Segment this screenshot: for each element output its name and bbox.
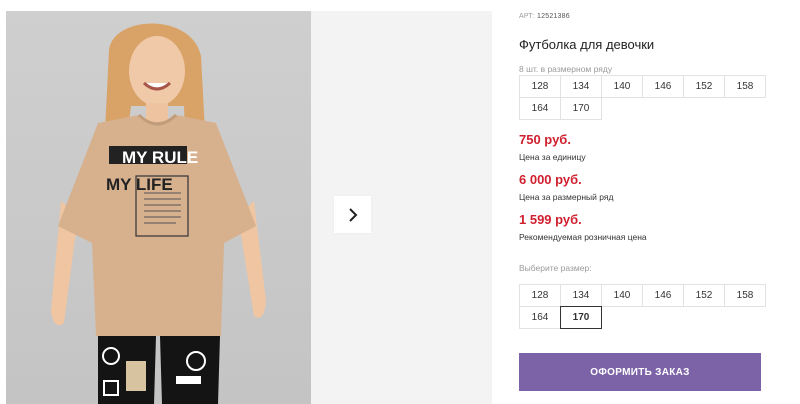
gallery-next-button[interactable] — [334, 196, 371, 233]
price-unit-note: Цена за единицу — [519, 152, 586, 162]
chevron-right-icon — [348, 207, 357, 222]
article-number: АРТ: 12521386 — [519, 13, 570, 20]
article-prefix: АРТ: — [519, 13, 536, 20]
article-value: 12521386 — [537, 13, 570, 20]
pack-size-cell: 170 — [560, 97, 602, 120]
pack-size-cell: 146 — [642, 75, 684, 98]
pack-size-cell: 140 — [601, 75, 643, 98]
size-option-134[interactable]: 134 — [560, 284, 602, 307]
size-option-158[interactable]: 158 — [724, 284, 766, 307]
price-retail-note: Рекомендуемая розничная цена — [519, 232, 647, 242]
size-option-128[interactable]: 128 — [519, 284, 561, 307]
price-set: 6 000 руб. — [519, 172, 582, 187]
size-option-164[interactable]: 164 — [519, 306, 561, 329]
size-option-140[interactable]: 140 — [601, 284, 643, 307]
pack-size-cell: 134 — [560, 75, 602, 98]
product-info: АРТ: 12521386 Футболка для девочки 8 шт. … — [519, 0, 769, 404]
price-unit: 750 руб. — [519, 132, 571, 147]
pack-size-cell: 158 — [724, 75, 766, 98]
pack-size-cell: 164 — [519, 97, 561, 120]
choose-size-label: Выберите размер: — [519, 263, 592, 273]
product-photo[interactable]: MY RULE MY LIFE — [6, 11, 311, 404]
product-title: Футболка для девочки — [519, 37, 655, 52]
pack-label: 8 шт. в размерном ряду — [519, 64, 613, 74]
pack-size-cell: 152 — [683, 75, 725, 98]
model-illustration: MY RULE MY LIFE — [51, 23, 266, 404]
price-set-note: Цена за размерный ряд — [519, 192, 614, 202]
product-gallery: MY RULE MY LIFE — [0, 0, 492, 404]
size-selector: 128 134 140 146 152 158 164 170 — [519, 284, 766, 329]
size-option-170[interactable]: 170 — [560, 306, 602, 329]
price-retail: 1 599 руб. — [519, 212, 582, 227]
size-option-146[interactable]: 146 — [642, 284, 684, 307]
size-option-152[interactable]: 152 — [683, 284, 725, 307]
print-line-2: MY LIFE — [106, 175, 173, 194]
print-line-1: MY RULE — [122, 148, 198, 167]
pack-size-cell: 128 — [519, 75, 561, 98]
order-button[interactable]: ОФОРМИТЬ ЗАКАЗ — [519, 353, 761, 391]
pack-size-grid: 128 134 140 146 152 158 164 170 — [519, 75, 766, 120]
